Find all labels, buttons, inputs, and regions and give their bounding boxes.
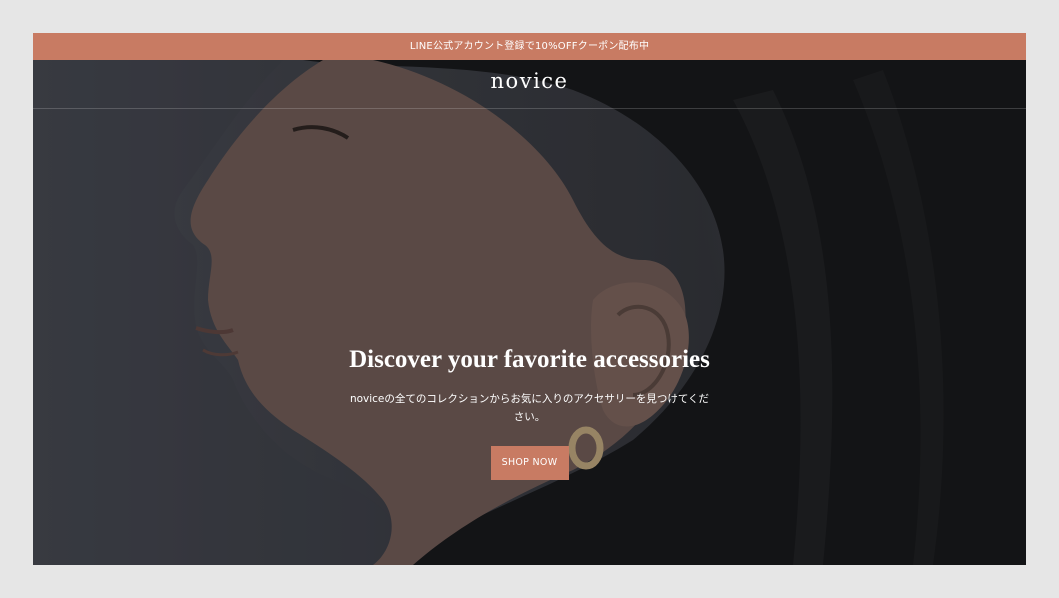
hero-subtext: noviceの全てのコレクションからお気に入りのアクセサリーを見つけてください。 — [349, 393, 710, 423]
site-logo[interactable]: novice — [33, 69, 1026, 93]
hero-headline: Discover your favorite accessories — [349, 346, 710, 373]
site-header: novice — [33, 60, 1026, 109]
hero-content: Discover your favorite accessories novic… — [33, 342, 1026, 480]
page-frame: LINE公式アカウント登録で10%OFFクーポン配布中 novice Disco… — [33, 33, 1026, 565]
announcement-bar[interactable]: LINE公式アカウント登録で10%OFFクーポン配布中 — [33, 33, 1026, 60]
hero-banner: novice Discover your favorite accessorie… — [33, 60, 1026, 565]
hero-image — [33, 60, 1026, 565]
shop-now-button[interactable]: SHOP NOW — [490, 446, 569, 480]
announcement-text: LINE公式アカウント登録で10%OFFクーポン配布中 — [409, 41, 650, 52]
